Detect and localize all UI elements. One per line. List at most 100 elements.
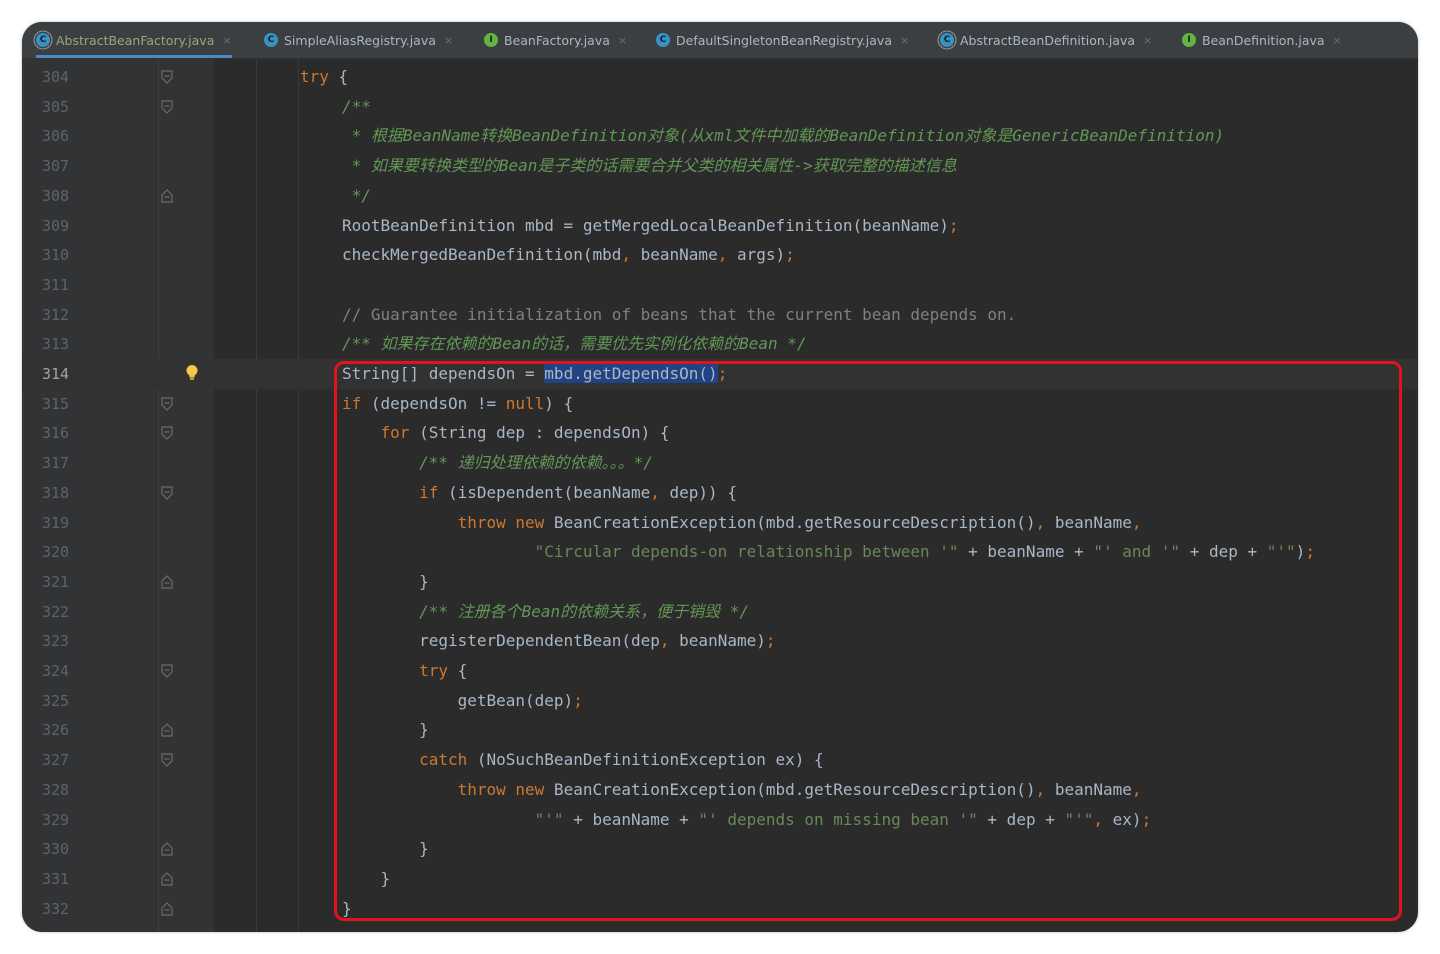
close-icon[interactable]: ×: [900, 34, 909, 47]
fold-end-icon[interactable]: [161, 188, 173, 203]
code-text: * 如果要转换类型的Bean是子类的话需要合并父类的相关属性->获取完整的描述信…: [342, 155, 957, 177]
code-line[interactable]: 331 }: [22, 864, 1418, 894]
fold-collapse-icon[interactable]: [161, 70, 173, 84]
code-line[interactable]: 319 throw new BeanCreationException(mbd.…: [22, 508, 1418, 538]
line-number[interactable]: 318: [42, 484, 69, 502]
code-token: ;: [717, 364, 728, 383]
line-number[interactable]: 315: [42, 395, 69, 413]
code-token: {: [328, 67, 349, 86]
code-line[interactable]: 325 getBean(dep);: [22, 686, 1418, 716]
code-line[interactable]: 327 catch (NoSuchBeanDefinitionException…: [22, 745, 1418, 775]
lightbulb-icon[interactable]: [185, 364, 199, 382]
fold-collapse-icon[interactable]: [161, 753, 173, 767]
line-number[interactable]: 313: [42, 335, 69, 353]
code-line[interactable]: 317 /** 递归处理依赖的依赖。。。*/: [22, 448, 1418, 478]
code-text: registerDependentBean(dep, beanName);: [342, 630, 776, 652]
tab-abstractbeandefinition[interactable]: C AbstractBeanDefinition.java ×: [940, 22, 1152, 58]
fold-collapse-icon[interactable]: [161, 397, 173, 411]
code-line[interactable]: 312 // Guarantee initialization of beans …: [22, 300, 1418, 330]
tab-abstractbeanfactory[interactable]: C AbstractBeanFactory.java ×: [36, 22, 232, 58]
code-token: ,: [717, 245, 728, 265]
fold-collapse-icon[interactable]: [161, 426, 173, 441]
line-number[interactable]: 312: [42, 306, 69, 324]
line-number[interactable]: 304: [42, 68, 69, 86]
code-line[interactable]: 323 registerDependentBean(dep, beanName)…: [22, 626, 1418, 656]
line-number[interactable]: 317: [42, 454, 69, 472]
close-icon[interactable]: ×: [222, 34, 231, 47]
line-number[interactable]: 327: [42, 751, 69, 769]
code-line[interactable]: 304 try {: [22, 62, 1418, 92]
code-token: "'": [1064, 809, 1094, 829]
line-number[interactable]: 308: [42, 187, 69, 205]
line-number[interactable]: 321: [42, 573, 69, 591]
code-line[interactable]: 307 * 如果要转换类型的Bean是子类的话需要合并父类的相关属性->获取完整…: [22, 151, 1418, 181]
code-line[interactable]: 326 }: [22, 715, 1418, 745]
close-icon[interactable]: ×: [444, 34, 453, 47]
code-line[interactable]: 324 try {: [22, 656, 1418, 686]
code-line[interactable]: 330 }: [22, 834, 1418, 864]
line-number[interactable]: 322: [42, 603, 69, 621]
code-text: }: [342, 868, 391, 890]
tab-beandefinition[interactable]: I BeanDefinition.java ×: [1182, 22, 1342, 58]
fold-collapse-icon[interactable]: [161, 100, 173, 114]
line-number[interactable]: 306: [42, 127, 69, 145]
code-line[interactable]: 321 }: [22, 567, 1418, 597]
code-line[interactable]: 316 for (String dep : dependsOn) {: [22, 418, 1418, 448]
line-number[interactable]: 314: [42, 365, 69, 383]
fold-end-icon[interactable]: [161, 901, 173, 916]
line-number[interactable]: 328: [42, 781, 69, 799]
tab-simplealiasregistry[interactable]: C SimpleAliasRegistry.java ×: [264, 22, 453, 58]
fold-collapse-icon[interactable]: [161, 664, 173, 678]
line-number[interactable]: 324: [42, 662, 69, 680]
line-number[interactable]: 316: [42, 424, 69, 442]
line-number[interactable]: 330: [42, 840, 69, 858]
code-line[interactable]: 329 "'" + beanName + "' depends on missi…: [22, 805, 1418, 835]
code-line[interactable]: 332}: [22, 894, 1418, 924]
close-icon[interactable]: ×: [618, 34, 627, 47]
close-icon[interactable]: ×: [1143, 34, 1152, 47]
line-number[interactable]: 310: [42, 246, 69, 264]
line-number[interactable]: 329: [42, 811, 69, 829]
fold-end-icon[interactable]: [161, 575, 173, 589]
fold-end-icon[interactable]: [161, 842, 173, 856]
code-line[interactable]: 313 /** 如果存在依赖的Bean的话，需要优先实例化依赖的Bean */: [22, 329, 1418, 359]
line-number[interactable]: 332: [42, 900, 69, 918]
line-number[interactable]: 331: [42, 870, 69, 888]
code-token: ;: [765, 631, 776, 651]
fold-end-icon[interactable]: [161, 872, 173, 886]
code-line[interactable]: 310 checkMergedBeanDefinition(mbd, beanNa…: [22, 240, 1418, 270]
code-token: ;: [1305, 542, 1315, 562]
line-number[interactable]: 326: [42, 721, 69, 739]
code-line[interactable]: 311: [22, 270, 1418, 300]
code-line[interactable]: 314 String[] dependsOn = mbd.getDependsOn…: [22, 359, 1418, 389]
code-line[interactable]: 328 throw new BeanCreationException(mbd.…: [22, 775, 1418, 805]
code-line[interactable]: 305 /**: [22, 92, 1418, 122]
code-line[interactable]: 322 /** 注册各个Bean的依赖关系，便于销毁 */: [22, 597, 1418, 627]
code-line[interactable]: 315 if (dependsOn != null) {: [22, 389, 1418, 419]
line-number[interactable]: 320: [42, 543, 69, 561]
code-token: }: [342, 839, 429, 859]
code-token: + beanName +: [563, 809, 699, 829]
code-token: /** 递归处理依赖的依赖。。。*/: [419, 453, 653, 473]
code-token: beanName: [1045, 779, 1132, 799]
line-number[interactable]: 323: [42, 632, 69, 650]
code-text: String[] dependsOn = mbd.getDependsOn();: [342, 363, 727, 385]
line-number[interactable]: 311: [42, 276, 69, 294]
code-line[interactable]: 308 */: [22, 181, 1418, 211]
line-number[interactable]: 305: [42, 98, 69, 116]
line-number[interactable]: 319: [42, 514, 69, 532]
tab-defaultsingletonbeanregistry[interactable]: C DefaultSingletonBeanRegistry.java ×: [656, 22, 909, 58]
code-line[interactable]: 318 if (isDependent(beanName, dep)) {: [22, 478, 1418, 508]
line-number[interactable]: 325: [42, 692, 69, 710]
fold-collapse-icon[interactable]: [161, 486, 173, 500]
code-line[interactable]: 306 * 根据BeanName转换BeanDefinition对象(从xml文…: [22, 121, 1418, 151]
tab-label: DefaultSingletonBeanRegistry.java: [676, 32, 892, 48]
line-number[interactable]: 309: [42, 217, 69, 235]
tab-beanfactory[interactable]: I BeanFactory.java ×: [484, 22, 627, 58]
code-token: beanName: [631, 245, 718, 265]
code-line[interactable]: 309 RootBeanDefinition mbd = getMergedLoc…: [22, 211, 1418, 241]
fold-end-icon[interactable]: [161, 723, 173, 737]
close-icon[interactable]: ×: [1333, 34, 1342, 47]
code-line[interactable]: 320 "Circular depends-on relationship be…: [22, 537, 1418, 567]
line-number[interactable]: 307: [42, 157, 69, 175]
